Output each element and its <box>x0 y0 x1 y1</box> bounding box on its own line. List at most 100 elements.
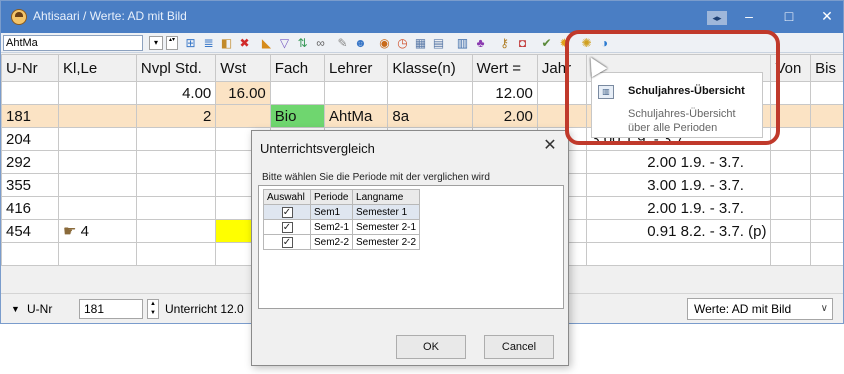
cell[interactable] <box>810 173 843 197</box>
users-icon[interactable]: ☻ <box>353 36 368 51</box>
cell[interactable]: ☛ 4 <box>58 219 137 243</box>
cell[interactable] <box>810 196 843 220</box>
unr-spin-icon[interactable]: ▲ ▼ <box>147 299 159 319</box>
period-row[interactable]: ✓ Sem2-2 Semester 2-2 <box>263 234 421 250</box>
cell-fach[interactable]: Bio <box>269 104 326 128</box>
period-checkbox[interactable]: ✓ <box>281 221 293 233</box>
chevron-down-icon[interactable]: ▼ <box>11 302 23 316</box>
col-header-nvpl[interactable]: Nvpl Std. <box>135 54 217 82</box>
teacher-combo-dropdown-icon[interactable]: ▾ <box>149 36 163 50</box>
app-icon <box>11 9 27 25</box>
cell[interactable] <box>58 127 137 151</box>
cell[interactable] <box>770 196 812 220</box>
period-row[interactable]: ✓ Sem2-1 Semester 2-1 <box>263 219 421 235</box>
cell[interactable] <box>586 242 772 266</box>
cell[interactable] <box>58 104 137 128</box>
cell[interactable] <box>58 242 137 266</box>
teacher-combo[interactable]: AhtMa <box>3 35 143 51</box>
cell[interactable] <box>135 173 217 197</box>
cell <box>810 81 843 105</box>
minimize-button[interactable]: – <box>729 1 769 33</box>
cell-zeitraum[interactable]: 0.91 8.2. - 3.7. (p) <box>586 219 772 243</box>
cell[interactable] <box>58 173 137 197</box>
period-table: Auswahl Periode Langname ✓ Sem1 Semester… <box>263 189 421 250</box>
cell <box>324 81 389 105</box>
lock-icon[interactable]: ◘ <box>515 36 530 51</box>
col-header-bis[interactable]: Bis <box>810 54 843 82</box>
cell-unr[interactable]: 292 <box>1 150 59 174</box>
filter-icon[interactable]: ▽ <box>277 36 292 51</box>
period-checkbox[interactable]: ✓ <box>281 236 293 248</box>
cell[interactable] <box>810 242 843 266</box>
cell-lehrer[interactable]: AhtMa <box>324 104 389 128</box>
cell[interactable] <box>770 173 812 197</box>
people-icon[interactable]: ♣ <box>473 36 488 51</box>
close-window-button[interactable]: ✕ <box>807 1 843 33</box>
col-header-unr[interactable]: U-Nr <box>1 54 59 82</box>
col-header-klle[interactable]: Kl,Le <box>58 54 137 82</box>
cell[interactable] <box>810 127 843 151</box>
col-header-langname[interactable]: Langname <box>352 189 421 205</box>
cell-unr[interactable]: 454 <box>1 219 59 243</box>
cell[interactable] <box>810 150 843 174</box>
sort-icon[interactable]: ⇅ <box>295 36 310 51</box>
cell-nvpl[interactable]: 2 <box>135 104 217 128</box>
unr-input[interactable]: 181 <box>79 299 143 319</box>
cell[interactable] <box>135 150 217 174</box>
tools-icon[interactable]: ✎ <box>335 36 350 51</box>
cell-unr[interactable]: 355 <box>1 173 59 197</box>
col-header-periode[interactable]: Periode <box>309 189 354 205</box>
period-checkbox[interactable]: ✓ <box>281 206 293 218</box>
teacher-spin-icon[interactable]: ▴▾ <box>166 36 178 50</box>
cell[interactable] <box>135 219 217 243</box>
cell[interactable] <box>215 104 271 128</box>
cell[interactable] <box>770 219 812 243</box>
maximize-button[interactable]: □ <box>769 1 809 33</box>
cell[interactable] <box>770 150 812 174</box>
cell-unr[interactable]: 204 <box>1 127 59 151</box>
col-header-klassen[interactable]: Klasse(n) <box>387 54 473 82</box>
col-header-wert[interactable]: Wert = <box>471 54 538 82</box>
cell[interactable] <box>58 196 137 220</box>
cell[interactable] <box>770 242 812 266</box>
col-header-lehrer[interactable]: Lehrer <box>324 54 389 82</box>
cell[interactable] <box>1 242 59 266</box>
cancel-button[interactable]: Cancel <box>484 335 554 359</box>
cell-wert[interactable]: 2.00 <box>471 104 538 128</box>
link-icon[interactable]: ∞ <box>313 36 328 51</box>
period-checkbox-cell[interactable]: ✓ <box>263 204 311 220</box>
col-header-fach[interactable]: Fach <box>269 54 326 82</box>
period-checkbox-cell[interactable]: ✓ <box>263 219 311 235</box>
cell-zeitraum[interactable]: 2.00 1.9. - 3.7. <box>586 196 772 220</box>
cell-zeitraum[interactable]: 3.00 1.9. - 3.7. <box>586 173 772 197</box>
new-document-icon[interactable]: ◧ <box>219 36 234 51</box>
delete-icon[interactable]: ✖ <box>237 36 252 51</box>
cell[interactable] <box>135 127 217 151</box>
col-header-wst[interactable]: Wst <box>215 54 271 82</box>
cell[interactable] <box>135 242 217 266</box>
period-checkbox-cell[interactable]: ✓ <box>263 234 311 250</box>
cell-unr[interactable]: 416 <box>1 196 59 220</box>
grid-add-icon[interactable]: ⊞ <box>183 36 198 51</box>
key-icon[interactable]: ⚷ <box>497 36 512 51</box>
clock-icon[interactable]: ◷ <box>395 36 410 51</box>
view-select[interactable]: Werte: AD mit Bild ∨ <box>687 298 833 320</box>
cell[interactable] <box>810 219 843 243</box>
period-row[interactable]: ✓ Sem1 Semester 1 <box>263 204 421 220</box>
ok-button[interactable]: OK <box>396 335 466 359</box>
cell[interactable] <box>58 150 137 174</box>
cell[interactable] <box>810 104 843 128</box>
check-icon[interactable]: ✔ <box>539 36 554 51</box>
cell-klasse[interactable]: 8a <box>387 104 473 128</box>
table-icon[interactable]: ▦ <box>413 36 428 51</box>
cell-zeitraum[interactable]: 2.00 1.9. - 3.7. <box>586 150 772 174</box>
list-icon[interactable]: ≣ <box>201 36 216 51</box>
school-year-overview-icon[interactable]: ▥ <box>455 36 470 51</box>
cell-unr[interactable]: 181 <box>1 104 59 128</box>
cell[interactable] <box>135 196 217 220</box>
window-icon[interactable]: ▤ <box>431 36 446 51</box>
col-header-auswahl[interactable]: Auswahl <box>263 189 311 205</box>
dialog-close-button[interactable]: ✕ <box>540 136 560 156</box>
palette-icon[interactable]: ◉ <box>377 36 392 51</box>
filter-chart-icon[interactable]: ◣ <box>259 36 274 51</box>
